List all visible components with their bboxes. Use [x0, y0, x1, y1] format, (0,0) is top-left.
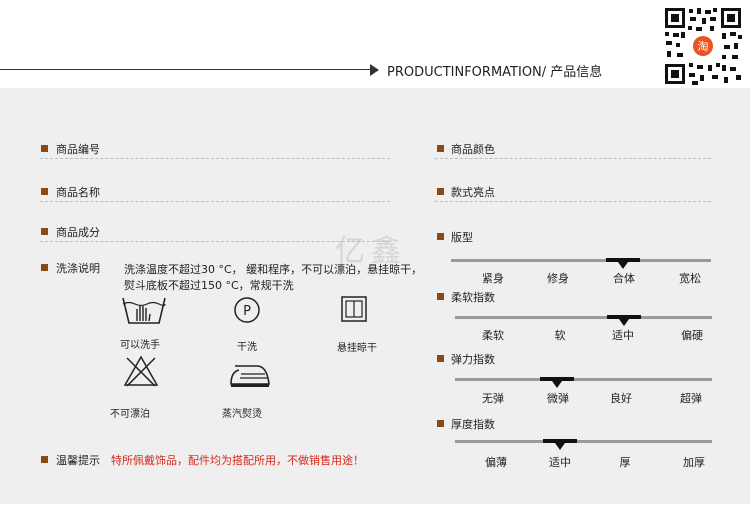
steam-iron-label: 蒸汽熨烫: [222, 409, 262, 420]
elasticity-scale-bar: [455, 378, 712, 381]
hang-dry-label: 悬挂晾干: [337, 343, 377, 354]
thickness-option: 偏薄: [485, 456, 507, 469]
bullet-icon: [41, 456, 48, 463]
svg-text:P: P: [243, 304, 251, 319]
softness-option: 适中: [612, 329, 634, 342]
fit-option: 宽松: [679, 272, 701, 285]
style-highlights-label: 款式亮点: [451, 186, 495, 199]
hang-dry-icon: [341, 296, 367, 322]
bullet-icon: [41, 228, 48, 235]
svg-text:淘: 淘: [698, 40, 709, 53]
elasticity-option: 微弹: [547, 392, 569, 405]
bullet-icon: [437, 420, 444, 427]
notice-text: 特所佩戴饰品，配件均为搭配所用，不做销售用途！: [111, 454, 364, 467]
hand-wash-icon: [122, 297, 166, 324]
wash-text-line1: 洗涤温度不超过30 °C， 缓和程序，不可以漂泊，悬挂晾干，: [124, 263, 423, 276]
softness-scale-bar: [455, 316, 712, 319]
fit-option: 合体: [613, 272, 635, 285]
elasticity-label: 弹力指数: [451, 353, 495, 366]
fit-option: 修身: [547, 272, 569, 285]
hand-wash-label: 可以洗手: [120, 340, 160, 351]
notice-label: 温馨提示: [56, 454, 100, 467]
bullet-icon: [437, 145, 444, 152]
arrow-right-icon: [370, 64, 379, 76]
thickness-label: 厚度指数: [451, 418, 495, 431]
bullet-icon: [41, 145, 48, 152]
softness-option: 软: [554, 329, 566, 342]
product-color-label: 商品颜色: [451, 143, 495, 156]
thickness-option: 加厚: [683, 456, 705, 469]
composition-label: 商品成分: [56, 226, 100, 239]
elasticity-pointer-icon: [552, 381, 562, 388]
bullet-icon: [437, 188, 444, 195]
thickness-pointer-icon: [555, 443, 565, 450]
product-name-label: 商品名称: [56, 186, 100, 199]
no-bleach-icon: [123, 355, 159, 387]
fit-scale-bar: [451, 259, 711, 262]
wash-text-line2: 熨斗底板不超过150 °C，常规干洗: [124, 279, 294, 292]
bullet-icon: [41, 188, 48, 195]
fit-pointer-icon: [618, 262, 628, 269]
elasticity-option: 超弹: [680, 392, 702, 405]
elasticity-option: 无弹: [482, 392, 504, 405]
divider: [40, 201, 390, 202]
divider: [435, 201, 711, 202]
softness-label: 柔软指数: [451, 291, 495, 304]
bullet-icon: [437, 233, 444, 240]
header-arrow-line: [0, 69, 373, 70]
dry-clean-icon: P: [234, 297, 260, 323]
fit-option: 紧身: [482, 272, 504, 285]
elasticity-option: 良好: [610, 392, 632, 405]
steam-iron-icon: [230, 365, 270, 387]
thickness-scale-bar: [455, 440, 712, 443]
softness-option: 偏硬: [681, 329, 703, 342]
fit-label: 版型: [451, 231, 473, 244]
section-title: PRODUCTINFORMATION/ 产品信息: [387, 65, 603, 80]
thickness-option: 适中: [549, 456, 571, 469]
divider: [40, 158, 390, 159]
bullet-icon: [41, 264, 48, 271]
qr-code-icon: 淘: [662, 5, 744, 87]
qr-code[interactable]: 淘: [662, 5, 744, 87]
bullet-icon: [437, 355, 444, 362]
thickness-option: 厚: [619, 456, 631, 469]
softness-option: 柔软: [482, 329, 504, 342]
divider: [40, 241, 390, 242]
softness-pointer-icon: [619, 319, 629, 326]
bullet-icon: [437, 293, 444, 300]
divider: [435, 158, 711, 159]
dry-clean-label: 干洗: [237, 342, 257, 353]
product-code-label: 商品编号: [56, 143, 100, 156]
wash-instructions-label: 洗涤说明: [56, 262, 100, 275]
no-bleach-label: 不可漂泊: [110, 409, 150, 420]
